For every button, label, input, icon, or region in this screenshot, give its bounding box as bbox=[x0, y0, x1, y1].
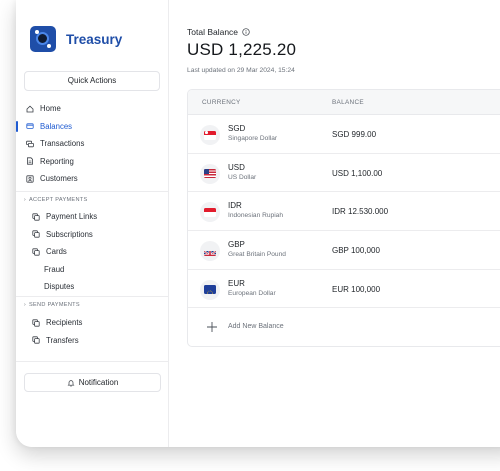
last-updated-text: Last updated on 29 Mar 2024, 15:24 bbox=[187, 67, 295, 74]
section-title-label: SEND PAYMENTS bbox=[28, 302, 80, 308]
eu-flag-icon bbox=[204, 285, 216, 295]
table-row[interactable]: GBP Great Britain Pound GBP 100,000 bbox=[188, 231, 500, 270]
sidebar-item-balances[interactable]: Balances bbox=[16, 118, 169, 136]
currency-name: Indonesian Rupiah bbox=[228, 212, 283, 220]
divider bbox=[16, 296, 169, 297]
sidebar-item-customers[interactable]: Customers bbox=[16, 170, 169, 188]
sidebar-item-payment-links[interactable]: Payment Links bbox=[16, 208, 169, 226]
us-flag-icon bbox=[204, 169, 216, 179]
column-header-balance[interactable]: BALANCE bbox=[332, 99, 364, 106]
app-window: Treasury Quick Actions Home Balances Tra… bbox=[16, 0, 500, 447]
section-title-label: ACCEPT PAYMENTS bbox=[28, 197, 88, 203]
treasury-logo-icon bbox=[30, 26, 56, 52]
sidebar-item-label: Fraud bbox=[44, 264, 65, 274]
notification-button[interactable]: Notification bbox=[24, 373, 161, 392]
notification-label: Notification bbox=[78, 378, 119, 387]
copy-icon bbox=[32, 213, 40, 221]
currency-code: IDR bbox=[228, 201, 242, 211]
currency-code: EUR bbox=[228, 278, 245, 288]
table-row[interactable]: SGD Singapore Dollar SGD 999.00 bbox=[188, 115, 500, 154]
accept-payments-nav: Payment Links Subscriptions Cards Fraud … bbox=[16, 208, 169, 296]
divider bbox=[16, 361, 169, 362]
flag-badge bbox=[200, 125, 220, 145]
balances-table: CURRENCY BALANCE SGD Singapore Dollar SG… bbox=[187, 89, 500, 347]
table-row[interactable]: IDR Indonesian Rupiah IDR 12.530.000 bbox=[188, 192, 500, 232]
sidebar-item-label: Customers bbox=[40, 174, 78, 184]
currency-code: SGD bbox=[228, 124, 246, 133]
sidebar-item-label: Disputes bbox=[44, 282, 75, 292]
contacts-icon bbox=[26, 175, 34, 183]
sidebar-item-label: Home bbox=[40, 104, 61, 114]
balance-amount: IDR 12.530.000 bbox=[332, 207, 389, 217]
sidebar-item-label: Transactions bbox=[40, 139, 85, 149]
sidebar-item-label: Balances bbox=[40, 121, 73, 131]
table-row[interactable]: EUR European Dollar EUR 100,000 bbox=[188, 270, 500, 309]
uk-flag-icon bbox=[204, 247, 216, 256]
info-icon[interactable] bbox=[242, 28, 250, 36]
brand-name: Treasury bbox=[66, 31, 123, 47]
chevron-right-icon: › bbox=[24, 197, 26, 203]
send-payments-section-title[interactable]: › SEND PAYMENTS bbox=[24, 302, 80, 308]
document-icon bbox=[26, 157, 34, 165]
balance-amount: GBP 100,000 bbox=[332, 246, 380, 256]
flag-badge bbox=[200, 241, 220, 262]
accept-payments-section-title[interactable]: › ACCEPT PAYMENTS bbox=[24, 197, 88, 203]
total-balance-header: Total Balance bbox=[187, 27, 250, 37]
currency-code: GBP bbox=[228, 240, 245, 250]
total-balance-value: USD 1,225.20 bbox=[187, 40, 297, 59]
send-payments-nav: Recipients Transfers bbox=[16, 314, 169, 349]
copy-icon bbox=[32, 319, 40, 327]
copy-icon bbox=[32, 248, 40, 256]
sidebar-item-label: Cards bbox=[46, 247, 67, 257]
sidebar-item-transfers[interactable]: Transfers bbox=[16, 332, 169, 350]
sidebar-item-recipients[interactable]: Recipients bbox=[16, 314, 169, 332]
column-header-currency[interactable]: CURRENCY bbox=[202, 99, 241, 106]
transactions-icon bbox=[26, 140, 34, 148]
indonesia-flag-icon bbox=[204, 207, 216, 217]
sidebar-item-home[interactable]: Home bbox=[16, 100, 169, 118]
plus-icon bbox=[202, 317, 222, 337]
brand[interactable]: Treasury bbox=[30, 26, 122, 52]
wallet-icon bbox=[26, 122, 34, 130]
flag-badge bbox=[200, 202, 220, 223]
currency-name: Great Britain Pound bbox=[228, 251, 286, 259]
home-icon bbox=[26, 105, 34, 113]
sidebar-item-label: Payment Links bbox=[46, 212, 98, 222]
copy-icon bbox=[32, 230, 40, 238]
table-header: CURRENCY BALANCE bbox=[188, 90, 500, 115]
add-new-balance-label: Add New Balance bbox=[228, 323, 284, 331]
flag-badge bbox=[200, 279, 220, 300]
balance-amount: USD 1,100.00 bbox=[332, 168, 383, 178]
divider bbox=[16, 191, 169, 192]
quick-actions-button[interactable]: Quick Actions bbox=[24, 71, 160, 91]
bell-icon bbox=[67, 379, 75, 387]
singapore-flag-icon bbox=[204, 130, 216, 140]
sidebar-item-label: Reporting bbox=[40, 156, 74, 166]
currency-name: US Dollar bbox=[228, 173, 257, 181]
sidebar-item-subscriptions[interactable]: Subscriptions bbox=[16, 226, 169, 244]
currency-name: European Dollar bbox=[228, 289, 276, 297]
chevron-right-icon: › bbox=[24, 302, 26, 308]
table-row[interactable]: USD US Dollar USD 1,100.00 bbox=[188, 154, 500, 193]
sidebar-item-reporting[interactable]: Reporting bbox=[16, 153, 169, 171]
copy-icon bbox=[32, 336, 40, 344]
total-balance-label: Total Balance bbox=[187, 27, 239, 37]
main-content: Total Balance USD 1,225.20 Last updated … bbox=[170, 0, 500, 447]
sidebar-item-label: Transfers bbox=[46, 335, 79, 345]
sidebar: Treasury Quick Actions Home Balances Tra… bbox=[16, 0, 169, 447]
currency-name: Singapore Dollar bbox=[228, 135, 278, 142]
add-new-balance-row[interactable]: Add New Balance bbox=[188, 308, 500, 346]
sidebar-item-fraud[interactable]: Fraud bbox=[16, 261, 169, 279]
sidebar-item-label: Subscriptions bbox=[46, 229, 93, 239]
currency-code: USD bbox=[228, 162, 245, 172]
balance-amount: SGD 999.00 bbox=[332, 130, 377, 139]
sidebar-item-cards[interactable]: Cards bbox=[16, 243, 169, 261]
sidebar-item-label: Recipients bbox=[46, 318, 83, 328]
main-nav: Home Balances Transactions Reporting Cus… bbox=[16, 100, 169, 188]
sidebar-item-disputes[interactable]: Disputes bbox=[16, 278, 169, 296]
balance-amount: EUR 100,000 bbox=[332, 284, 381, 294]
flag-badge bbox=[200, 163, 220, 184]
sidebar-item-transactions[interactable]: Transactions bbox=[16, 135, 169, 153]
